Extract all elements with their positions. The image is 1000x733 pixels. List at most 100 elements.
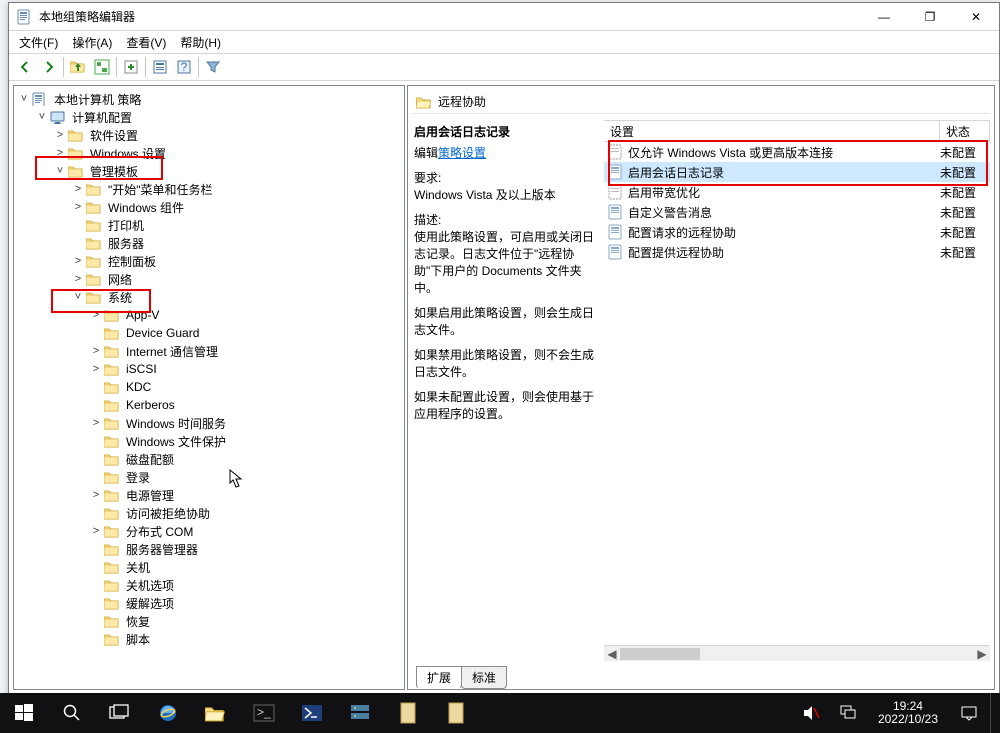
separator — [198, 57, 199, 77]
tree-node[interactable]: >"开始"菜单和任务栏 — [16, 180, 402, 198]
properties-button[interactable] — [148, 56, 172, 78]
list-row[interactable]: 启用会话日志记录未配置 — [604, 162, 990, 182]
notifications-button[interactable] — [952, 693, 986, 733]
taskbar-app-1[interactable] — [384, 693, 432, 733]
taskbar[interactable]: >_ 19:24 2022/10/23 — [0, 693, 1000, 733]
back-button[interactable] — [13, 56, 37, 78]
explorer-button[interactable] — [192, 693, 240, 733]
tree-node[interactable]: Windows 文件保护 — [16, 432, 402, 450]
tree-node[interactable]: 打印机 — [16, 216, 402, 234]
tree-node[interactable]: ˅系统 — [16, 288, 402, 306]
tree-node[interactable]: KDC — [16, 378, 402, 396]
expand-icon[interactable]: > — [70, 199, 86, 215]
tree-node[interactable]: 登录 — [16, 468, 402, 486]
tree-node[interactable]: >软件设置 — [16, 126, 402, 144]
tree-node[interactable]: >电源管理 — [16, 486, 402, 504]
server-manager-button[interactable] — [336, 693, 384, 733]
expand-icon[interactable]: > — [52, 127, 68, 143]
start-button[interactable] — [0, 693, 48, 733]
expand-icon[interactable]: > — [88, 361, 104, 377]
taskbar-app-2[interactable] — [432, 693, 480, 733]
expand-icon[interactable]: ˅ — [70, 289, 86, 305]
tree-node[interactable]: >Windows 时间服务 — [16, 414, 402, 432]
tree-node[interactable]: >网络 — [16, 270, 402, 288]
tree-node[interactable]: 服务器 — [16, 234, 402, 252]
tree-node[interactable]: >Internet 通信管理 — [16, 342, 402, 360]
expand-icon[interactable]: > — [70, 271, 86, 287]
menu-file[interactable]: 文件(F) — [13, 32, 64, 53]
expand-icon[interactable]: > — [88, 523, 104, 539]
content-header-title: 远程协助 — [438, 93, 486, 110]
tree-label: Windows 设置 — [88, 145, 168, 162]
tree-node[interactable]: ˅计算机配置 — [16, 108, 402, 126]
volume-button[interactable] — [794, 693, 828, 733]
tree-node[interactable]: ˅管理模板 — [16, 162, 402, 180]
tree-node[interactable]: ˅本地计算机 策略 — [16, 90, 402, 108]
scroll-thumb[interactable] — [620, 648, 700, 660]
titlebar[interactable]: 本地组策略编辑器 — ❐ ✕ — [9, 3, 999, 31]
show-hide-tree-button[interactable] — [90, 56, 114, 78]
forward-button[interactable] — [37, 56, 61, 78]
expand-icon[interactable]: ˅ — [16, 91, 32, 107]
menu-help[interactable]: 帮助(H) — [174, 32, 227, 53]
list-row[interactable]: 自定义警告消息未配置 — [604, 202, 990, 222]
up-button[interactable] — [66, 56, 90, 78]
tree-node[interactable]: 脚本 — [16, 630, 402, 648]
tree-node[interactable]: >App-V — [16, 306, 402, 324]
minimize-button[interactable]: — — [861, 3, 907, 31]
scroll-right-icon[interactable]: ▶ — [974, 646, 990, 661]
list-row[interactable]: 配置提供远程协助未配置 — [604, 242, 990, 262]
expand-icon[interactable]: > — [88, 307, 104, 323]
network-button[interactable] — [832, 693, 864, 733]
list-rows[interactable]: 仅允许 Windows Vista 或更高版本连接未配置启用会话日志记录未配置启… — [604, 142, 990, 645]
clock[interactable]: 19:24 2022/10/23 — [868, 700, 948, 726]
tree-node[interactable]: Kerberos — [16, 396, 402, 414]
tree-node[interactable]: 关机 — [16, 558, 402, 576]
expand-icon[interactable]: ˅ — [52, 163, 68, 179]
tree-node[interactable]: >控制面板 — [16, 252, 402, 270]
col-state[interactable]: 状态 — [940, 121, 990, 141]
ie-button[interactable] — [144, 693, 192, 733]
maximize-button[interactable]: ❐ — [907, 3, 953, 31]
tree-node[interactable]: >Windows 组件 — [16, 198, 402, 216]
cmd-button[interactable]: >_ — [240, 693, 288, 733]
list-row[interactable]: 仅允许 Windows Vista 或更高版本连接未配置 — [604, 142, 990, 162]
list-row[interactable]: 配置请求的远程协助未配置 — [604, 222, 990, 242]
tree-node[interactable]: 缓解选项 — [16, 594, 402, 612]
expand-icon[interactable]: ˅ — [34, 109, 50, 125]
tree-node[interactable]: 关机选项 — [16, 576, 402, 594]
expand-icon[interactable]: > — [88, 415, 104, 431]
help-button[interactable]: ? — [172, 56, 196, 78]
search-button[interactable] — [48, 693, 96, 733]
expand-icon[interactable]: > — [52, 145, 68, 161]
export-button[interactable] — [119, 56, 143, 78]
edit-policy-link[interactable]: 策略设置 — [438, 146, 486, 160]
tree-node[interactable]: 磁盘配额 — [16, 450, 402, 468]
tree-node[interactable]: 恢复 — [16, 612, 402, 630]
close-button[interactable]: ✕ — [953, 3, 999, 31]
expand-icon[interactable]: > — [88, 343, 104, 359]
filter-button[interactable] — [201, 56, 225, 78]
tree-node[interactable]: 服务器管理器 — [16, 540, 402, 558]
col-setting[interactable]: 设置 — [604, 121, 940, 141]
tree-node[interactable]: > Windows 设置 — [16, 144, 402, 162]
tree-node[interactable]: 访问被拒绝协助 — [16, 504, 402, 522]
expand-icon[interactable]: > — [70, 253, 86, 269]
policy-tree[interactable]: ˅本地计算机 策略˅计算机配置>软件设置>Windows 设置˅管理模板>"开始… — [14, 86, 404, 689]
search-icon — [62, 703, 82, 723]
scroll-left-icon[interactable]: ◀ — [604, 646, 620, 661]
list-row[interactable]: 启用带宽优化未配置 — [604, 182, 990, 202]
task-view-button[interactable] — [96, 693, 144, 733]
tree-node[interactable]: Device Guard — [16, 324, 402, 342]
tab-standard[interactable]: 标准 — [461, 666, 507, 689]
tab-extended[interactable]: 扩展 — [416, 666, 462, 689]
tree-node[interactable]: >分布式 COM — [16, 522, 402, 540]
h-scrollbar[interactable]: ◀ ▶ — [604, 645, 990, 661]
powershell-button[interactable] — [288, 693, 336, 733]
menu-view[interactable]: 查看(V) — [120, 32, 172, 53]
show-desktop[interactable] — [990, 693, 996, 733]
menu-action[interactable]: 操作(A) — [66, 32, 118, 53]
tree-node[interactable]: >iSCSI — [16, 360, 402, 378]
expand-icon[interactable]: > — [70, 181, 86, 197]
expand-icon[interactable]: > — [88, 487, 104, 503]
